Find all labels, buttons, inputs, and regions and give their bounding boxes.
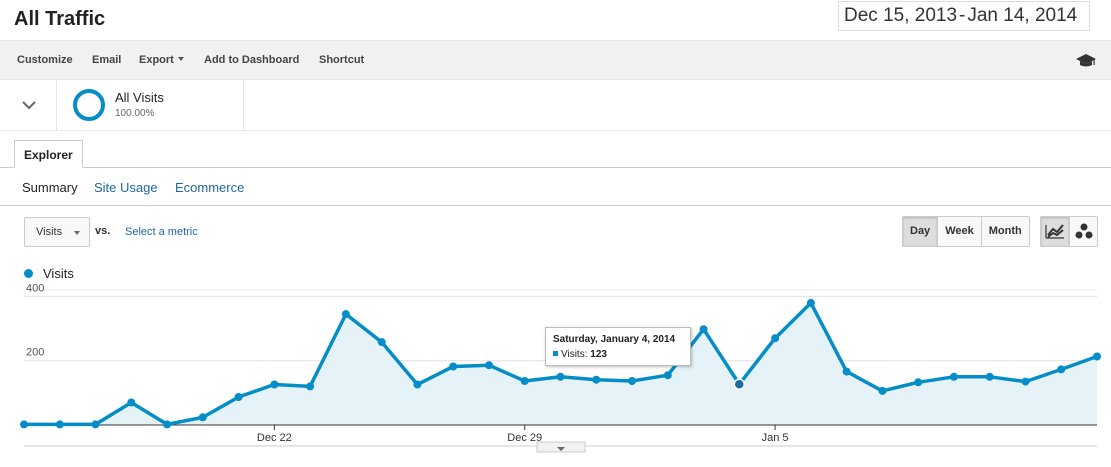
data-point — [699, 325, 708, 334]
data-point — [520, 377, 529, 385]
segment-row: All Visits 100.00% — [0, 80, 1111, 131]
data-point — [628, 377, 636, 385]
segment-percent: 100.00% — [115, 108, 155, 119]
tooltip-label: Visits: — [561, 349, 588, 360]
data-point — [341, 310, 350, 319]
date-range-picker[interactable]: Dec 15, 2013- Jan 14, 2014 — [838, 1, 1090, 31]
day-button[interactable]: Day — [903, 217, 939, 246]
motion-chart-icon — [1075, 223, 1093, 239]
data-point — [198, 413, 207, 422]
title-bar: All Traffic Dec 15, 2013- Jan 14, 2014 — [0, 0, 1111, 40]
chevron-down-icon — [177, 57, 184, 61]
graduation-cap-icon[interactable] — [1076, 52, 1096, 68]
tab-explorer[interactable]: Explorer — [14, 140, 83, 168]
subtab-summary[interactable]: Summary — [22, 180, 78, 195]
data-point — [485, 361, 493, 370]
data-point — [985, 372, 994, 381]
chart-legend: Visits — [24, 266, 74, 281]
y-tick-label: 200 — [26, 347, 44, 359]
data-point — [842, 367, 851, 376]
tabs-row: Explorer — [0, 131, 1111, 168]
segment-toggle-button[interactable] — [0, 80, 57, 130]
segment-all-visits[interactable]: All Visits 100.00% — [56, 80, 244, 130]
date-separator: - — [959, 5, 966, 26]
subtabs: Summary Site Usage Ecommerce — [0, 168, 1111, 206]
export-label: Export — [139, 54, 174, 66]
data-point — [270, 380, 279, 389]
data-point — [592, 375, 601, 384]
x-tick-label: Dec 22 — [257, 432, 292, 444]
export-button[interactable]: Export — [139, 54, 184, 66]
vs-label: vs. — [95, 225, 111, 237]
tooltip-value: 123 — [590, 349, 607, 360]
line-chart-icon — [1045, 224, 1064, 239]
legend-label: Visits — [43, 266, 74, 281]
month-button[interactable]: Month — [982, 217, 1029, 246]
tooltip-swatch — [553, 351, 558, 356]
metric-select-value: Visits — [36, 226, 63, 238]
date-end: Jan 14, 2014 — [967, 5, 1078, 26]
chart-tooltip: Saturday, January 4, 2014 Visits: 123 — [545, 327, 691, 366]
tooltip-date: Saturday, January 4, 2014 — [553, 334, 676, 345]
data-point — [1021, 377, 1030, 386]
data-point — [306, 382, 315, 391]
x-tick-label: Jan 5 — [762, 432, 789, 444]
tooltip-value-row: Visits: 123 — [553, 349, 607, 360]
add-to-dashboard-button[interactable]: Add to Dashboard — [204, 54, 299, 66]
date-start: Dec 15, 2013 — [844, 5, 958, 26]
customize-button[interactable]: Customize — [17, 54, 73, 66]
data-point — [91, 420, 100, 429]
data-point — [20, 420, 28, 429]
segment-donut-icon — [73, 89, 105, 121]
chart-view-toggle-group — [1040, 216, 1098, 247]
shortcut-button[interactable]: Shortcut — [319, 54, 364, 66]
data-point — [234, 393, 243, 401]
period-toggle-group: Day Week Month — [902, 216, 1030, 247]
page-title: All Traffic — [14, 8, 106, 30]
y-tick-label: 400 — [26, 283, 44, 294]
data-point — [127, 398, 136, 407]
line-chart-view-button[interactable] — [1041, 217, 1070, 246]
subtab-site-usage[interactable]: Site Usage — [94, 180, 158, 195]
data-point — [878, 386, 887, 395]
data-point — [771, 334, 780, 343]
data-point — [1057, 365, 1066, 374]
data-point — [449, 362, 458, 371]
data-point — [556, 372, 565, 381]
chevron-down-icon — [22, 101, 36, 110]
data-point — [1093, 352, 1101, 361]
week-button[interactable]: Week — [938, 217, 982, 246]
data-point — [914, 378, 923, 387]
select-metric-link[interactable]: Select a metric — [125, 226, 198, 238]
data-point — [949, 372, 958, 381]
metric-select[interactable]: Visits — [24, 217, 90, 247]
segment-name: All Visits — [115, 90, 164, 105]
data-point — [55, 420, 64, 429]
chevron-down-icon — [74, 231, 80, 235]
report-toolbar: Customize Email Export Add to Dashboard … — [0, 40, 1111, 80]
email-button[interactable]: Email — [92, 54, 121, 66]
subtab-ecommerce[interactable]: Ecommerce — [175, 180, 244, 195]
data-point — [806, 298, 815, 307]
data-point — [163, 420, 172, 429]
data-point — [663, 371, 672, 380]
visits-chart[interactable]: 200400Dec 22 Dec 29 Jan 5 — [0, 283, 1111, 467]
data-point — [377, 338, 386, 347]
data-point — [733, 378, 746, 390]
legend-swatch — [24, 269, 33, 278]
motion-chart-view-button[interactable] — [1070, 217, 1098, 246]
data-point — [413, 380, 422, 389]
